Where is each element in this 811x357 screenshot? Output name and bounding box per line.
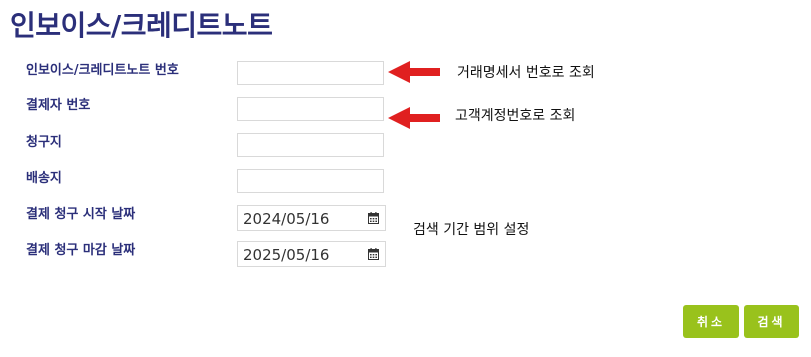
billing-end-date-value: 2025/05/16	[243, 246, 330, 264]
calendar-icon[interactable]	[368, 212, 379, 224]
invoice-search-page: 인보이스/크레디트노트 인보이스/크레디트노트 번호 결제자 번호 청구지 배송…	[0, 0, 811, 357]
ship-to-label: 배송지	[26, 171, 62, 186]
billing-end-date-label: 결제 청구 마감 날짜	[26, 243, 136, 258]
date-range-note: 검색 기간 범위 설정	[413, 222, 530, 238]
red-arrow-left-icon	[388, 61, 440, 83]
payer-number-label: 결제자 번호	[26, 98, 91, 113]
billing-start-date-input[interactable]: 2024/05/16	[237, 205, 386, 231]
billing-start-date-value: 2024/05/16	[243, 210, 330, 228]
invoice-number-label: 인보이스/크레디트노트 번호	[26, 63, 179, 78]
page-title: 인보이스/크레디트노트	[10, 9, 273, 42]
billing-start-date-label: 결제 청구 시작 날짜	[26, 207, 136, 222]
bill-to-input[interactable]	[237, 133, 384, 157]
billing-end-date-input[interactable]: 2025/05/16	[237, 241, 386, 267]
payer-number-input[interactable]	[237, 97, 384, 121]
cancel-button[interactable]: 취소	[683, 305, 739, 338]
red-arrow-left-icon	[388, 107, 440, 129]
invoice-number-input[interactable]	[237, 61, 384, 85]
ship-to-input[interactable]	[237, 169, 384, 193]
invoice-number-note: 거래명세서 번호로 조회	[457, 65, 595, 81]
search-button[interactable]: 검색	[744, 305, 799, 338]
calendar-icon[interactable]	[368, 248, 379, 260]
bill-to-label: 청구지	[26, 135, 62, 150]
payer-number-note: 고객계정번호로 조회	[455, 108, 576, 124]
